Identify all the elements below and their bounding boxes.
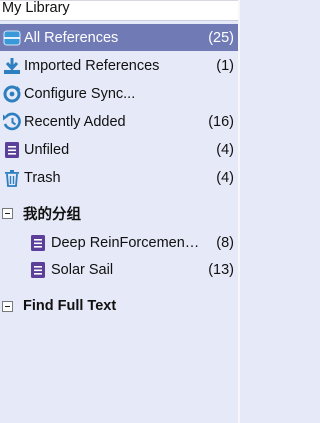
history-clock-icon (3, 112, 21, 130)
group-item-deep-reinforcement[interactable]: Deep ReinForcement ... (8) (0, 229, 240, 256)
group-book-icon (31, 234, 45, 251)
group-item-count: (13) (208, 261, 234, 278)
unfiled-label: Unfiled (24, 141, 70, 158)
imported-references-item[interactable]: Imported References (1) (0, 52, 240, 79)
group-item-count: (8) (216, 234, 234, 251)
group-label: Find Full Text (23, 298, 117, 314)
recently-added-count: (16) (208, 113, 234, 130)
unfiled-item[interactable]: Unfiled (4) (0, 136, 240, 163)
group-item-solar-sail[interactable]: Solar Sail (13) (0, 256, 240, 283)
imported-references-label: Imported References (24, 57, 160, 74)
recently-added-item[interactable]: Recently Added (16) (0, 108, 240, 135)
collapse-toggle-icon[interactable] (2, 300, 13, 312)
all-references-count: (25) (208, 29, 234, 46)
configure-sync-label: Configure Sync... (24, 85, 136, 102)
panel-edge (238, 0, 240, 423)
trash-item[interactable]: Trash (4) (0, 164, 240, 191)
trash-label: Trash (24, 169, 61, 186)
collapse-toggle-icon[interactable] (2, 207, 13, 219)
unfiled-count: (4) (216, 141, 234, 158)
group-header-my-groups[interactable]: 我的分组 (0, 201, 240, 225)
download-icon (4, 57, 20, 74)
unfiled-book-icon (5, 141, 19, 158)
configure-sync-item[interactable]: Configure Sync... (0, 80, 240, 107)
group-item-label: Deep ReinForcement ... (51, 234, 203, 251)
group-book-icon (31, 261, 45, 278)
library-folder-icon (3, 30, 21, 45)
group-header-find-full-text[interactable]: Find Full Text (0, 294, 240, 318)
all-references-item[interactable]: All References (25) (0, 24, 240, 51)
trash-icon (5, 169, 19, 187)
group-label: 我的分组 (23, 206, 81, 223)
trash-count: (4) (216, 169, 234, 186)
library-title: My Library (2, 0, 70, 16)
library-header: My Library (0, 0, 240, 21)
imported-references-count: (1) (216, 57, 234, 74)
sync-icon (3, 85, 21, 102)
all-references-label: All References (24, 29, 119, 46)
group-item-label: Solar Sail (51, 261, 114, 278)
recently-added-label: Recently Added (24, 113, 126, 130)
